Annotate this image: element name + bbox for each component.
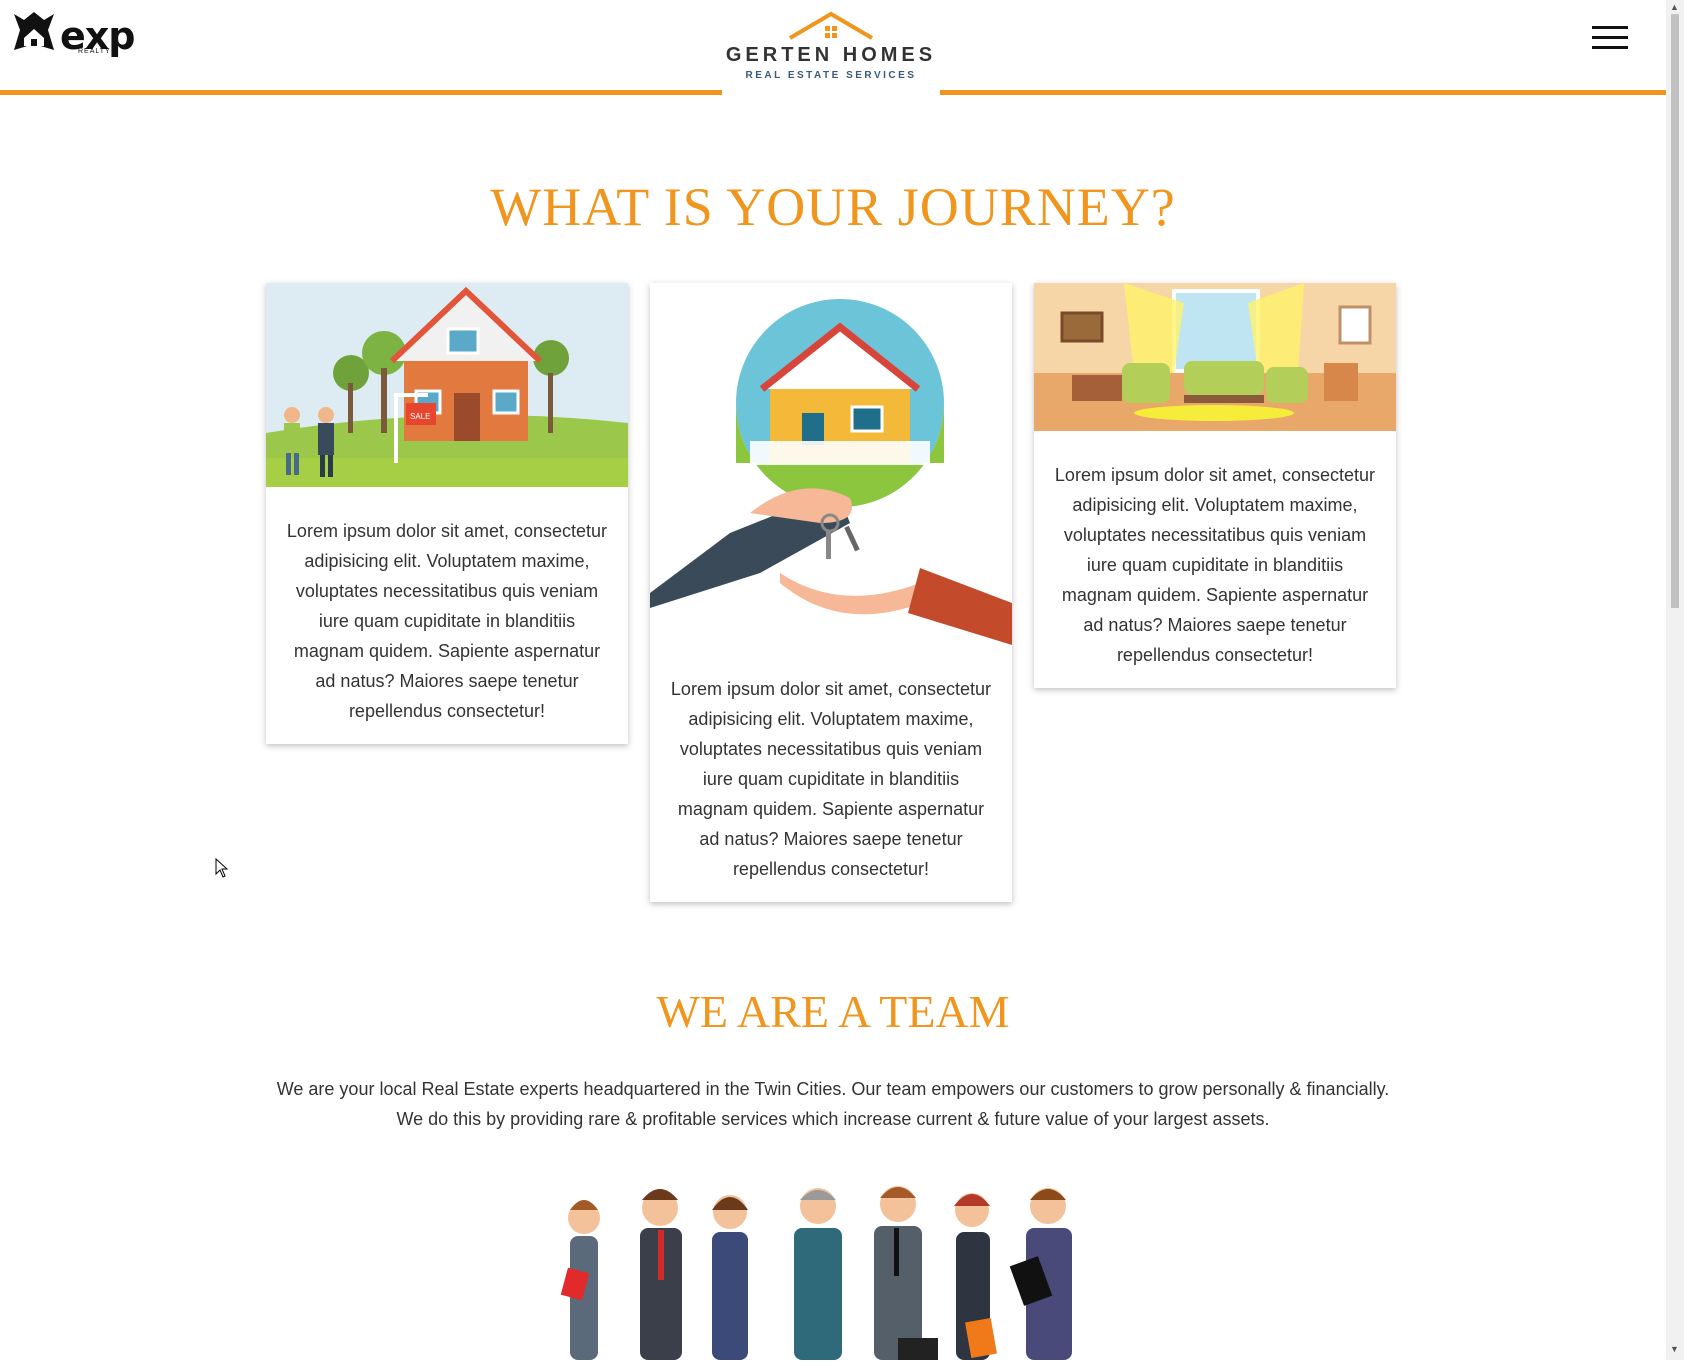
journey-card-text: Lorem ipsum dolor sit amet, consectetur … [286,521,608,721]
gerten-homes-logo[interactable]: GERTEN HOMES REAL ESTATE SERVICES [722,10,940,90]
journey-card-live[interactable]: Lorem ipsum dolor sit amet, consectetur … [1034,283,1396,688]
exp-house-icon [14,12,54,50]
svg-text:SALE: SALE [410,412,430,421]
hamburger-menu-button[interactable] [1592,26,1628,52]
hamburger-icon-bar [1592,46,1628,49]
header-accent-line-left [0,90,722,95]
site-header: exp REALTY GERTEN HOMES REAL ESTATE SERV… [0,0,1666,100]
vertical-scrollbar[interactable]: ▲ ▼ [1666,0,1684,1360]
exp-realty-logo[interactable]: exp REALTY [10,10,135,58]
scroll-down-arrow-icon[interactable]: ▼ [1670,1344,1679,1354]
journey-card-sell[interactable]: SALE Lorem ipsum dolor sit amet, consect… [266,283,628,744]
roof-icon [788,11,874,40]
hamburger-icon-bar [1592,36,1628,39]
exp-logo-subtext: REALTY [78,48,111,55]
house-keys-image [650,283,1012,645]
header-accent-line-right [940,90,1666,95]
brand-subtitle: REAL ESTATE SERVICES [745,70,917,81]
journey-heading: WHAT IS YOUR JOURNEY? [490,177,1176,237]
business-team-image [548,1170,1118,1360]
hamburger-icon [1592,26,1628,29]
house-for-sale-image: SALE [266,283,628,487]
journey-card-buy[interactable]: Lorem ipsum dolor sit amet, consectetur … [650,283,1012,902]
scrollbar-thumb[interactable] [1671,14,1679,608]
living-room-image [1034,283,1396,431]
mouse-cursor-icon [215,858,229,878]
journey-card-text: Lorem ipsum dolor sit amet, consectetur … [670,679,992,879]
scroll-up-arrow-icon[interactable]: ▲ [1670,2,1679,12]
team-description: We are your local Real Estate experts he… [276,1079,1390,1129]
team-heading: WE ARE A TEAM [656,986,1010,1037]
brand-name: GERTEN HOMES [725,44,937,66]
journey-card-text: Lorem ipsum dolor sit amet, consectetur … [1054,465,1376,665]
